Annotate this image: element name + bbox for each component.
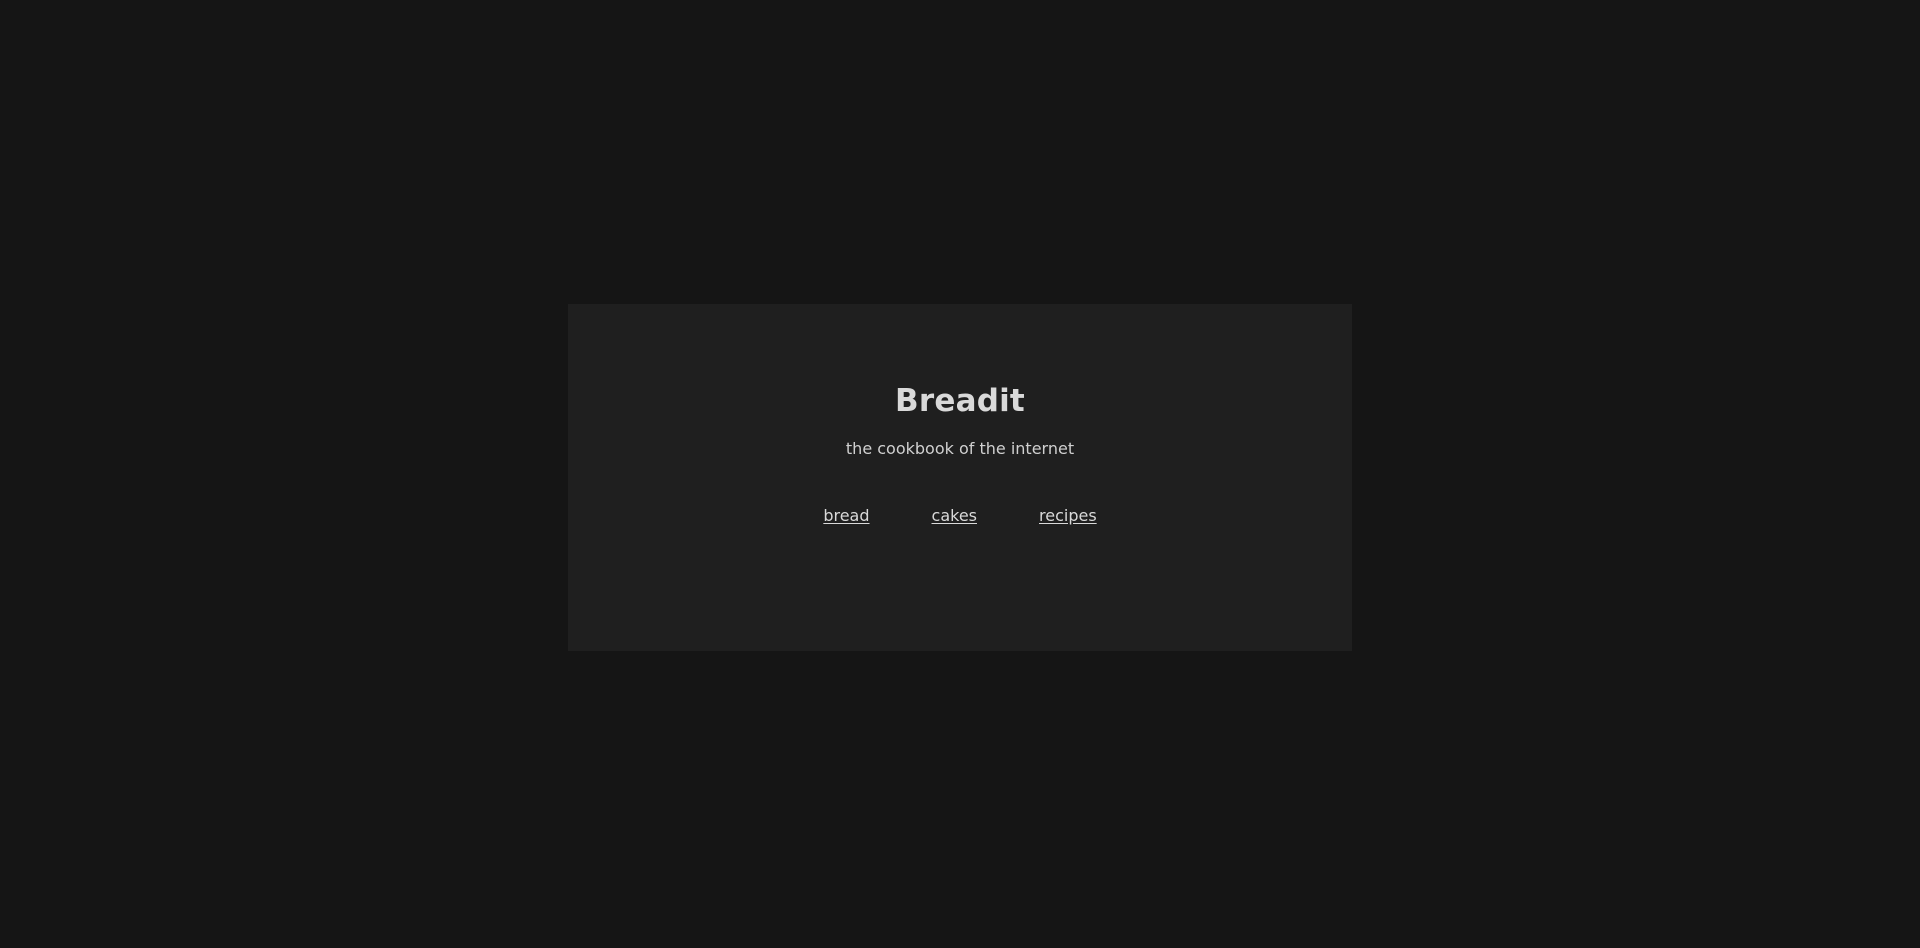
hero-card: Breadit the cookbook of the internet bre… xyxy=(568,304,1352,651)
category-nav: bread cakes recipes xyxy=(568,508,1352,524)
nav-link-cakes[interactable]: cakes xyxy=(932,508,977,524)
nav-link-recipes[interactable]: recipes xyxy=(1039,508,1097,524)
site-title: Breadit xyxy=(895,383,1025,419)
page: Breadit the cookbook of the internet bre… xyxy=(0,0,1920,948)
site-tagline: the cookbook of the internet xyxy=(845,439,1075,458)
nav-link-bread[interactable]: bread xyxy=(823,508,869,524)
